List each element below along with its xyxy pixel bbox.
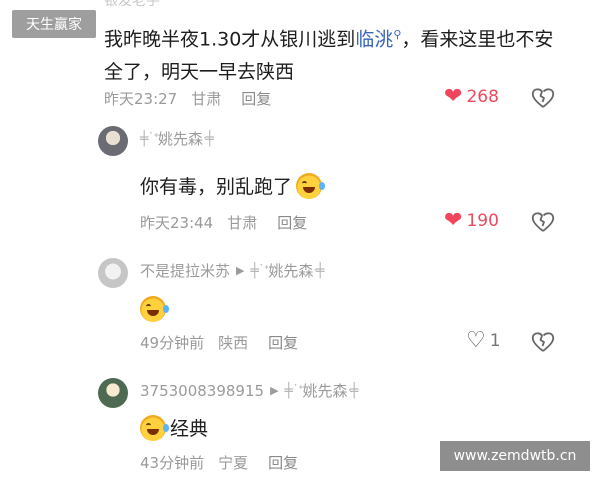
reply-arrow-icon: ▶ — [236, 264, 245, 277]
laughing-tears-emoji — [140, 296, 169, 322]
name-decoration-left: ╪˙ᐩ — [140, 130, 159, 147]
name-decoration-left: ╪˙ᐩ — [250, 262, 269, 279]
comment-meta: 昨天23:27 甘肃 回复 — [104, 88, 285, 109]
broken-heart-icon[interactable] — [530, 209, 556, 235]
broken-heart-icon[interactable] — [530, 329, 556, 355]
reply-text: 经典 — [140, 414, 208, 441]
reply-time: 昨天23:44 — [140, 214, 214, 232]
avatar[interactable] — [98, 126, 128, 156]
reply-username[interactable]: 3753008398915 ▶ ╪˙ᐩ 姚先森 ᐧ╪ — [140, 380, 358, 401]
heart-outline-icon: ♡ — [466, 328, 486, 353]
reply-button[interactable]: 回复 — [241, 88, 271, 109]
reply-time: 49分钟前 — [140, 334, 205, 352]
like-button[interactable]: ♡ 1 — [466, 330, 501, 352]
like-button[interactable]: ❤ 268 — [444, 86, 499, 108]
reply-location: 宁夏 — [218, 454, 249, 472]
name-decoration-right: ᐧ╪ — [347, 382, 358, 399]
comment-location: 甘肃 — [191, 90, 222, 108]
laughing-tears-emoji — [140, 414, 169, 441]
name-decoration-left: ╪˙ᐩ — [284, 382, 304, 399]
reply-button[interactable]: 回复 — [277, 212, 307, 233]
reply-to-username: 姚先森 — [302, 382, 348, 400]
name-decoration-right: ᐧ╪ — [202, 130, 214, 147]
reply-button[interactable]: 回复 — [268, 452, 298, 473]
comment-time: 昨天23:27 — [104, 90, 178, 108]
avatar[interactable] — [98, 258, 128, 288]
like-count: 1 — [489, 331, 501, 351]
reply-username[interactable]: 不是提拉米苏 ▶ ╪˙ᐩ 姚先森 ᐧ╪ — [140, 260, 324, 281]
watermark-bottom-right: www.zemdwtb.cn — [440, 441, 590, 471]
heart-filled-icon: ❤ — [444, 208, 463, 233]
reply-button[interactable]: 回复 — [268, 332, 298, 353]
reply-arrow-icon: ▶ — [270, 384, 279, 397]
reply-meta: 43分钟前 宁夏 回复 — [140, 452, 312, 473]
reply-to-username: 姚先森 — [268, 262, 314, 280]
avatar[interactable] — [98, 378, 128, 408]
reply-location: 甘肃 — [227, 214, 258, 232]
comment-text: 我昨晚半夜1.30才从银川逃到临洮⚲，看来这里也不安全了，明天一早去陕西 — [104, 28, 554, 84]
reply-location: 陕西 — [218, 334, 249, 352]
laughing-tears-emoji — [296, 172, 326, 199]
like-count: 268 — [466, 87, 499, 107]
heart-filled-icon: ❤ — [444, 84, 463, 109]
reply-text — [140, 296, 169, 322]
reply-username[interactable]: ╪˙ᐩ 姚先森 ᐧ╪ — [140, 128, 214, 149]
name-decoration-right: ᐧ╪ — [313, 262, 324, 279]
reply-meta: 昨天23:44 甘肃 回复 — [140, 212, 321, 233]
top-cut-username: 银发老手 — [104, 0, 160, 9]
location-link[interactable]: 临洮 — [355, 28, 393, 50]
like-count: 190 — [466, 211, 499, 231]
reply-meta: 49分钟前 陕西 回复 — [140, 332, 312, 353]
reply-time: 43分钟前 — [140, 454, 205, 472]
reply-text: 你有毒，别乱跑了 — [140, 172, 326, 199]
watermark-top-left: 天生赢家 — [12, 10, 96, 38]
like-button[interactable]: ❤ 190 — [444, 210, 499, 232]
broken-heart-icon[interactable] — [530, 85, 556, 111]
